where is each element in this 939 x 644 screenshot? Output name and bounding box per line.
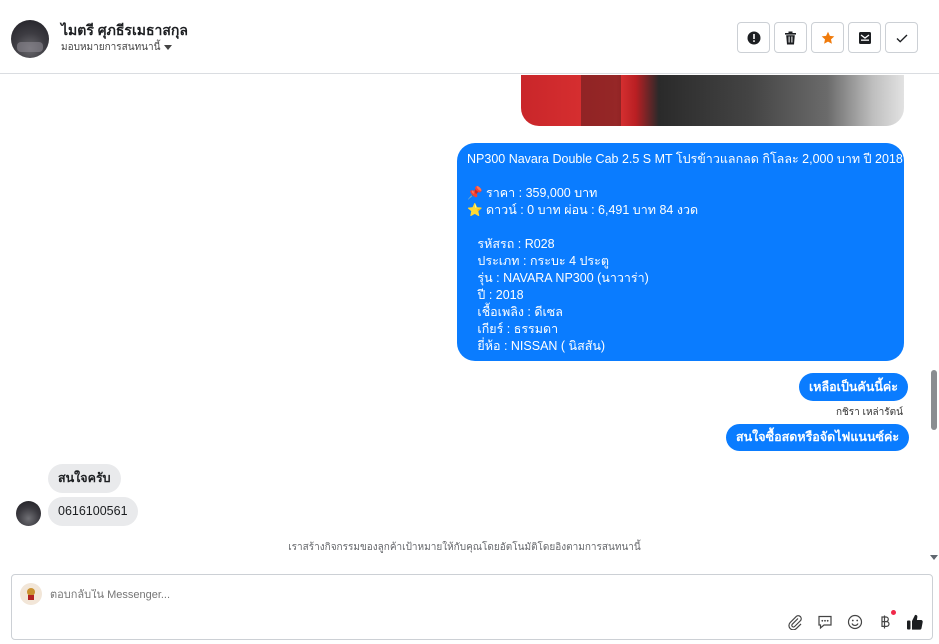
- sender-avatar: [16, 501, 41, 526]
- scroll-down-arrow-icon[interactable]: [930, 555, 938, 560]
- listing-line: ประเภท : กระบะ 4 ประตู: [467, 254, 609, 268]
- contact-name[interactable]: ไมตรี ศุภธีรเมธาสกุล: [61, 20, 188, 42]
- listing-line: รุ่น : NAVARA NP300 (นาวาร่า): [467, 271, 649, 285]
- mark-unread-icon: [858, 31, 871, 44]
- check-icon: [896, 34, 907, 43]
- listing-line: เชื้อเพลิง : ดีเซล: [467, 305, 563, 319]
- trash-icon: [785, 31, 796, 44]
- listing-line: ยี่ห้อ : NISSAN ( นิสสัน): [467, 339, 606, 353]
- notification-dot: [891, 610, 896, 615]
- saved-replies-button[interactable]: [816, 613, 834, 631]
- composer-actions: [786, 610, 924, 631]
- reply-composer: [11, 574, 933, 640]
- caret-down-icon: [164, 45, 173, 50]
- listing-message-bubble: NP300 Navara Double Cab 2.5 S MT โปรข้าว…: [457, 143, 904, 361]
- delete-button[interactable]: [774, 22, 807, 53]
- assign-label: มอบหมายการสนทนานี้: [61, 42, 161, 53]
- paperclip-icon: [788, 615, 802, 630]
- scrollbar-thumb[interactable]: [931, 370, 937, 430]
- mark-unread-button[interactable]: [848, 22, 881, 53]
- mark-done-button[interactable]: [885, 22, 918, 53]
- payment-button[interactable]: [876, 610, 896, 631]
- smiley-icon: [847, 614, 863, 630]
- listing-line: [467, 219, 894, 236]
- attach-button[interactable]: [786, 613, 804, 631]
- listing-line: 📌 ราคา : 359,000 บาท: [467, 186, 598, 200]
- like-button[interactable]: [906, 613, 924, 631]
- reply-input[interactable]: [50, 589, 450, 601]
- listing-line: เกียร์ : ธรรมดา: [467, 322, 559, 336]
- incoming-message-bubble: 0616100561: [48, 497, 138, 526]
- assign-conversation-dropdown[interactable]: มอบหมายการสนทนานี้: [61, 40, 173, 55]
- conversation-header: ไมตรี ศุภธีรเมธาสกุล มอบหมายการสนทนานี้: [0, 0, 939, 74]
- message-thread[interactable]: NP300 Navara Double Cab 2.5 S MT โปรข้าว…: [0, 75, 929, 564]
- outgoing-message-bubble: สนใจซื้อสดหรือจัดไฟแนนซ์ค่ะ: [726, 424, 910, 451]
- thumbs-up-icon: [907, 614, 923, 630]
- agent-name-label: กชิรา เหล่ารัตน์: [835, 407, 903, 418]
- star-icon: [821, 31, 834, 44]
- chat-bubble-icon: [818, 615, 832, 630]
- listing-line: NP300 Navara Double Cab 2.5 S MT โปรข้าว…: [467, 152, 903, 166]
- thread-scrollbar[interactable]: [929, 75, 939, 564]
- outgoing-message-bubble: เหลือเป็นคันนี้ค่ะ: [799, 373, 908, 401]
- star-button[interactable]: [811, 22, 844, 53]
- alert-icon: [747, 31, 760, 44]
- contact-avatar[interactable]: [11, 20, 49, 58]
- listing-line: ⭐ ดาวน์ : 0 บาท ผ่อน : 6,491 บาท 84 งวด: [467, 203, 699, 217]
- emoji-button[interactable]: [846, 613, 864, 631]
- lead-activity-notice: เราสร้างกิจกรรมของลูกค้าเป้าหมายให้กับคุ…: [288, 542, 641, 553]
- listing-line: ปี : 2018: [467, 288, 524, 302]
- listing-line: รหัสรถ : R028: [467, 237, 555, 251]
- listing-line: [467, 168, 894, 185]
- page-avatar: [20, 583, 42, 605]
- car-photo-attachment[interactable]: [521, 75, 904, 126]
- incoming-message-bubble: สนใจครับ: [48, 464, 121, 493]
- baht-icon: [881, 615, 890, 629]
- conversation-toolbar: [737, 22, 918, 53]
- report-spam-button[interactable]: [737, 22, 770, 53]
- page-logo-icon: [27, 588, 35, 600]
